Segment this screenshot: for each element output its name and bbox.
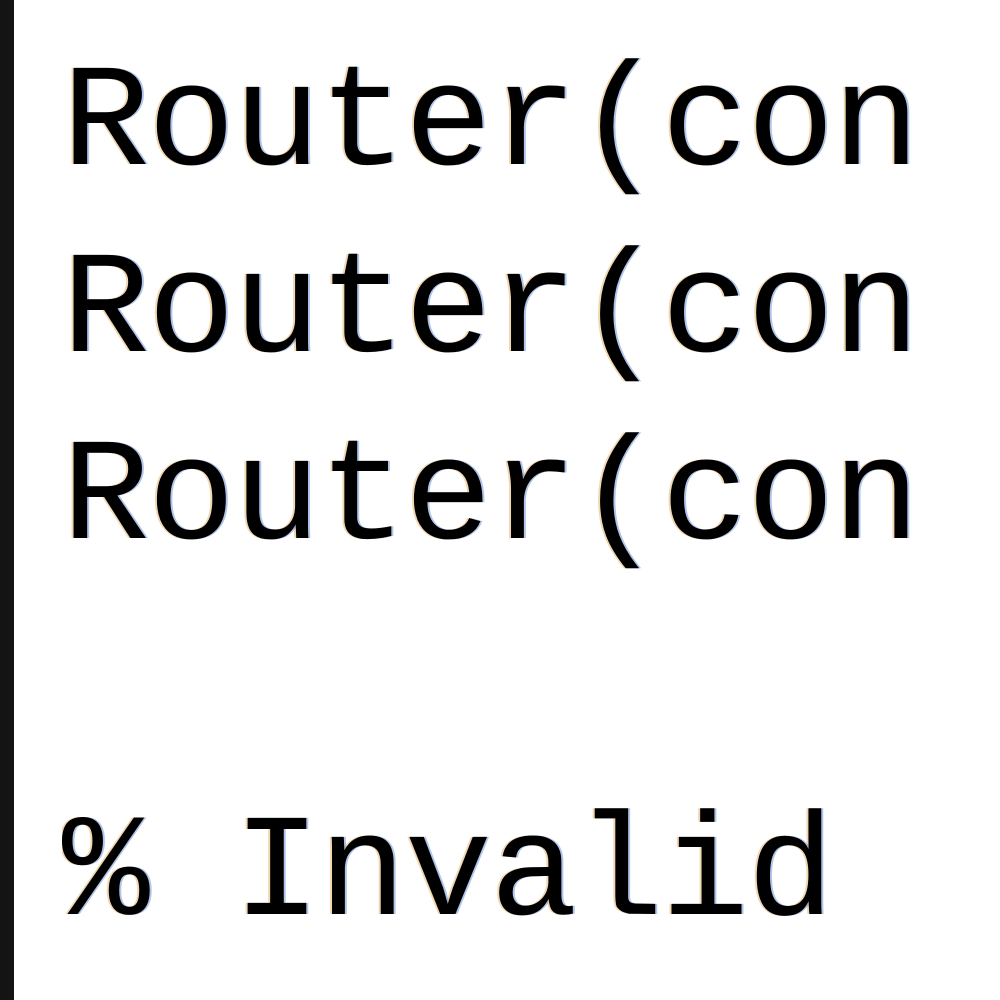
console-line-error: % Invalid xyxy=(62,792,835,958)
terminal-window[interactable]: Router(con Router(con Router(con % Inval… xyxy=(0,0,1000,1000)
console-line: Router(con xyxy=(62,42,920,208)
console-line: Router(con xyxy=(62,416,920,582)
console-line: Router(con xyxy=(62,229,920,395)
console-output[interactable]: Router(con Router(con Router(con % Inval… xyxy=(62,0,1000,1000)
window-left-border xyxy=(0,0,14,1000)
